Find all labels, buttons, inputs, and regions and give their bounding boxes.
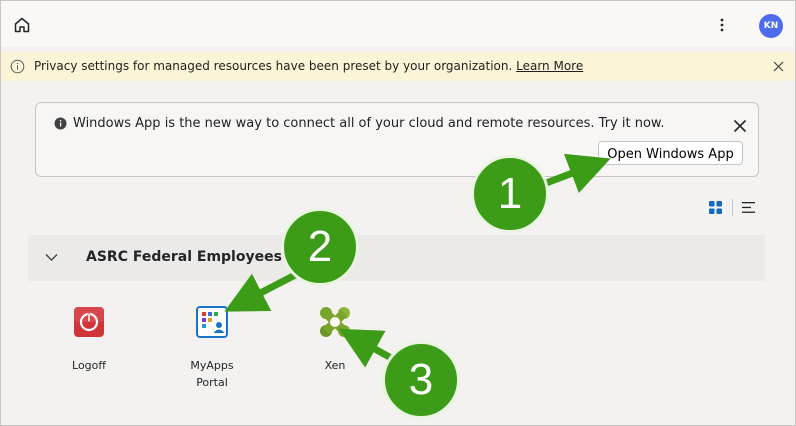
callout-1: 1 <box>471 155 549 233</box>
app-window: KN Privacy settings for managed resource… <box>0 0 796 426</box>
callout-2: 2 <box>281 208 359 286</box>
callout-3: 3 <box>382 341 460 419</box>
